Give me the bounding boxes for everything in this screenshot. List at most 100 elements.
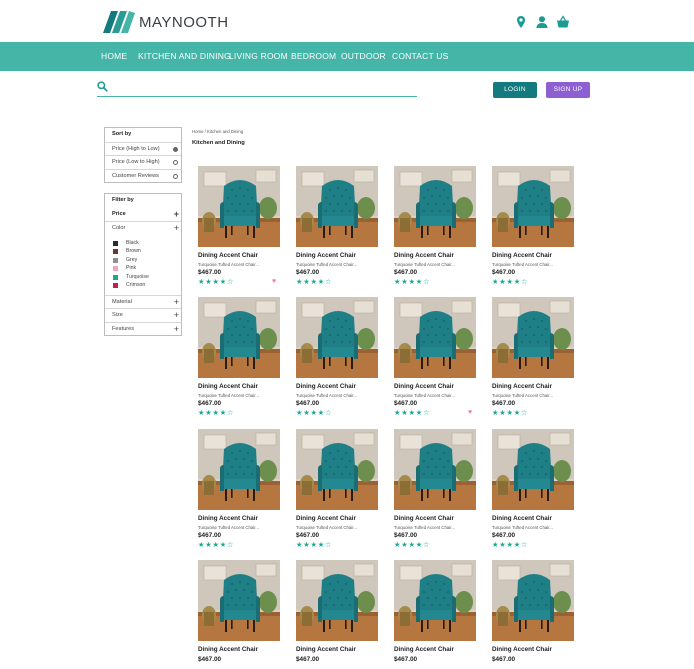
filter-price[interactable]: Price + <box>105 208 181 222</box>
star-filled-icon[interactable]: ★ <box>213 540 220 549</box>
product-image[interactable] <box>394 166 476 247</box>
product-card[interactable]: Dining Accent Chair Turquoise Tufted Acce… <box>296 429 378 559</box>
star-filled-icon[interactable]: ★ <box>303 540 310 549</box>
color-option-grey[interactable]: Grey <box>105 256 181 265</box>
star-empty-icon[interactable]: ☆ <box>325 277 332 286</box>
product-name[interactable]: Dining Accent Chair <box>198 646 258 653</box>
product-card[interactable]: Dining Accent Chair Turquoise Tufted Acce… <box>296 297 378 427</box>
product-name[interactable]: Dining Accent Chair <box>198 252 258 259</box>
product-card[interactable]: Dining Accent Chair Turquoise Tufted Acce… <box>394 429 476 559</box>
product-rating[interactable]: ★★★★☆ <box>492 409 528 417</box>
color-swatch[interactable] <box>113 274 118 280</box>
star-filled-icon[interactable]: ★ <box>514 540 521 549</box>
product-rating[interactable]: ★★★★☆ <box>296 278 332 286</box>
product-image[interactable] <box>492 297 574 378</box>
nav-item-outdoor[interactable]: OUTDOOR <box>341 51 386 61</box>
nav-item-contact-us[interactable]: CONTACT US <box>392 51 448 61</box>
star-filled-icon[interactable]: ★ <box>303 277 310 286</box>
filter-features[interactable]: Features + <box>105 321 181 336</box>
product-name[interactable]: Dining Accent Chair <box>198 383 258 390</box>
search-icon[interactable] <box>97 81 108 92</box>
radio-selected-icon[interactable] <box>173 146 178 152</box>
product-name[interactable]: Dining Accent Chair <box>394 252 454 259</box>
star-empty-icon[interactable]: ☆ <box>521 277 528 286</box>
product-name[interactable]: Dining Accent Chair <box>394 383 454 390</box>
star-filled-icon[interactable]: ★ <box>205 408 212 417</box>
star-filled-icon[interactable]: ★ <box>401 540 408 549</box>
favorite-heart-icon[interactable]: ♥ <box>468 409 472 417</box>
product-rating[interactable]: ★★★★☆ <box>394 409 430 417</box>
shopping-basket-icon[interactable] <box>556 15 570 29</box>
star-filled-icon[interactable]: ★ <box>213 277 220 286</box>
product-image[interactable] <box>492 166 574 247</box>
product-image[interactable] <box>394 560 476 641</box>
color-swatch[interactable] <box>113 257 118 263</box>
brand-name[interactable]: MAYNOOTH <box>139 14 229 31</box>
product-name[interactable]: Dining Accent Chair <box>296 252 356 259</box>
product-rating[interactable]: ★★★★☆ <box>394 541 430 549</box>
product-rating[interactable]: ★★★★☆ <box>198 278 234 286</box>
product-name[interactable]: Dining Accent Chair <box>492 252 552 259</box>
logo-icon[interactable] <box>101 11 135 33</box>
star-filled-icon[interactable]: ★ <box>303 408 310 417</box>
product-image[interactable] <box>394 429 476 510</box>
product-card[interactable]: Dining Accent Chair Turquoise Tufted Acce… <box>198 166 280 296</box>
star-filled-icon[interactable]: ★ <box>416 540 423 549</box>
product-rating[interactable]: ★★★★☆ <box>198 541 234 549</box>
expand-plus-icon[interactable]: + <box>174 323 179 336</box>
star-empty-icon[interactable]: ☆ <box>227 408 234 417</box>
product-rating[interactable]: ★★★★☆ <box>296 541 332 549</box>
product-rating[interactable]: ★★★★☆ <box>296 409 332 417</box>
product-image[interactable] <box>198 297 280 378</box>
product-rating[interactable]: ★★★★☆ <box>198 409 234 417</box>
color-option-crimson[interactable]: Crimson <box>105 281 181 290</box>
product-card[interactable]: Dining Accent Chair $467.00 <box>492 560 574 669</box>
product-rating[interactable]: ★★★★☆ <box>492 541 528 549</box>
user-icon[interactable] <box>535 15 549 29</box>
filter-size[interactable]: Size + <box>105 308 181 322</box>
nav-item-kitchen-and-dining[interactable]: KITCHEN AND DINING <box>138 51 231 61</box>
search-input[interactable] <box>112 79 412 94</box>
product-name[interactable]: Dining Accent Chair <box>492 383 552 390</box>
filter-material[interactable]: Material + <box>105 294 181 309</box>
star-filled-icon[interactable]: ★ <box>507 540 514 549</box>
star-filled-icon[interactable]: ★ <box>507 277 514 286</box>
star-filled-icon[interactable]: ★ <box>311 408 318 417</box>
sign-up-button[interactable]: SIGN UP <box>546 82 590 98</box>
product-card[interactable]: Dining Accent Chair Turquoise Tufted Acce… <box>198 297 280 427</box>
product-name[interactable]: Dining Accent Chair <box>296 515 356 522</box>
star-filled-icon[interactable]: ★ <box>318 408 325 417</box>
product-image[interactable] <box>198 560 280 641</box>
color-option-pink[interactable]: Pink <box>105 264 181 273</box>
product-rating[interactable]: ★★★★☆ <box>492 278 528 286</box>
star-filled-icon[interactable]: ★ <box>416 408 423 417</box>
expand-plus-icon[interactable]: + <box>174 222 179 235</box>
star-empty-icon[interactable]: ☆ <box>227 540 234 549</box>
star-filled-icon[interactable]: ★ <box>416 277 423 286</box>
sort-option-customer-reviews[interactable]: Customer Reviews <box>105 168 181 183</box>
star-empty-icon[interactable]: ☆ <box>227 277 234 286</box>
color-option-turquoise[interactable]: Turquoise <box>105 273 181 282</box>
star-empty-icon[interactable]: ☆ <box>325 540 332 549</box>
breadcrumb[interactable]: Home / Kitchen and Dining <box>192 129 243 134</box>
star-filled-icon[interactable]: ★ <box>205 277 212 286</box>
expand-plus-icon[interactable]: + <box>174 208 179 221</box>
star-filled-icon[interactable]: ★ <box>401 408 408 417</box>
product-card[interactable]: Dining Accent Chair Turquoise Tufted Acce… <box>198 429 280 559</box>
product-image[interactable] <box>198 429 280 510</box>
star-filled-icon[interactable]: ★ <box>499 277 506 286</box>
sort-option-price-low-to-high[interactable]: Price (Low to High) <box>105 155 181 169</box>
star-filled-icon[interactable]: ★ <box>409 540 416 549</box>
product-image[interactable] <box>296 560 378 641</box>
color-swatch[interactable] <box>113 240 118 246</box>
product-image[interactable] <box>296 429 378 510</box>
expand-plus-icon[interactable]: + <box>174 296 179 309</box>
star-filled-icon[interactable]: ★ <box>220 540 227 549</box>
star-filled-icon[interactable]: ★ <box>499 540 506 549</box>
star-empty-icon[interactable]: ☆ <box>423 277 430 286</box>
product-name[interactable]: Dining Accent Chair <box>394 646 454 653</box>
product-name[interactable]: Dining Accent Chair <box>198 515 258 522</box>
product-name[interactable]: Dining Accent Chair <box>296 383 356 390</box>
star-filled-icon[interactable]: ★ <box>514 277 521 286</box>
color-option-brown[interactable]: Brown <box>105 247 181 256</box>
